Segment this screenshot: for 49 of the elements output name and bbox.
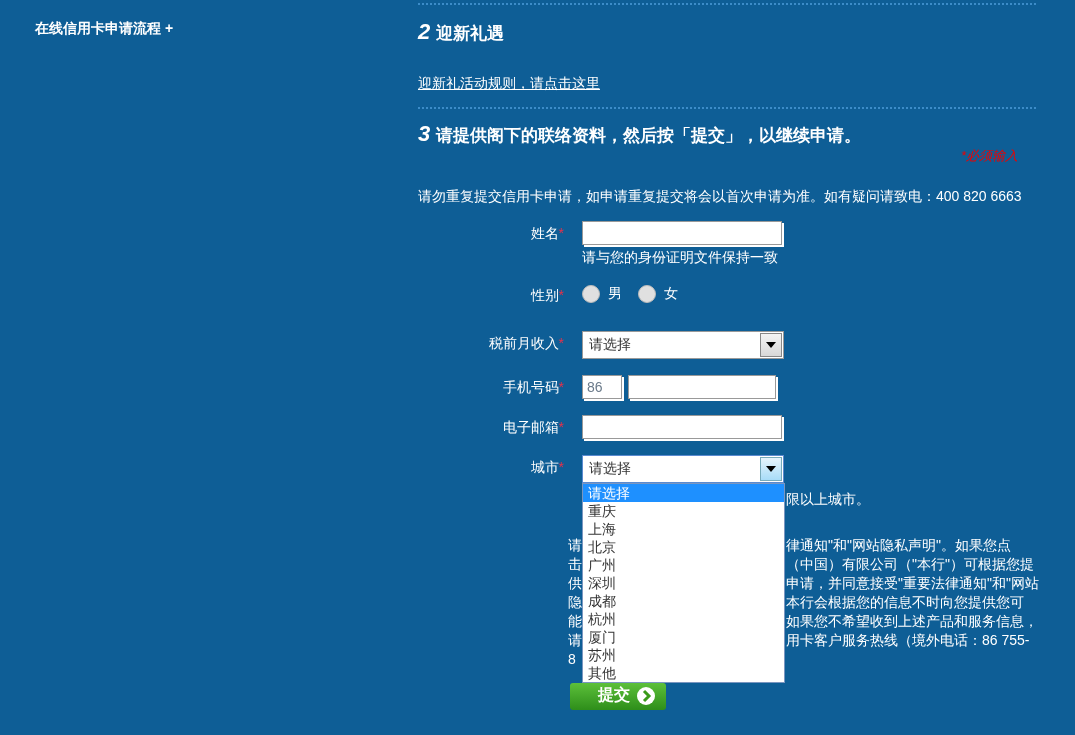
radio-label[interactable]: 男 [608,285,622,303]
field-label: 性别* [530,287,564,303]
required-note: *必须输入 [960,147,1018,165]
dropdown-option[interactable]: 广州 [583,556,784,574]
radio-button[interactable] [582,285,600,303]
terms-text: 申请，并同意接受"重要法律通知"和"网站 [786,574,1039,593]
step-number: 3 [418,121,431,147]
terms-text: 如果您不希望收到上述产品和服务信息， [786,612,1038,631]
terms-text: 律通知"和"网站隐私声明"。如果您点 [786,536,1011,555]
terms-text: 请 [567,631,582,650]
terms-text: 本行会根据您的信息不时向您提供您可 [786,593,1024,612]
dropdown-option[interactable]: 深圳 [583,574,784,592]
sidebar-title[interactable]: 在线信用卡申请流程 + [35,20,174,36]
notice-text: 请勿重复提交信用卡申请，如申请重复提交将会以首次申请为准。如有疑问请致电：400 820 6663 [418,187,1023,205]
dropdown-option[interactable]: 厦门 [583,628,784,646]
dropdown-option[interactable]: 重庆 [583,502,784,520]
terms-text: 隐 [567,593,582,612]
country-code-input[interactable]: 86 [582,375,622,399]
terms-text: 请 [567,536,582,555]
field-label: 电子邮箱* [502,419,564,435]
name-input[interactable] [582,221,782,245]
terms-text: （中国）有限公司（"本行"）可根据您提 [786,555,1034,574]
dropdown-option[interactable]: 杭州 [583,610,784,628]
terms-text: 用卡客户服务热线（境外电话：86 755- [786,631,1030,650]
dropdown-option[interactable]: 苏州 [583,646,784,664]
terms-text: 供 [567,574,582,593]
email-input[interactable] [582,415,782,439]
dropdown-option[interactable]: 北京 [583,538,784,556]
field-label: 姓名* [530,225,564,241]
radio-button[interactable] [638,285,656,303]
rules-link[interactable]: 迎新礼活动规则，请点击这里 [418,75,600,93]
phone-input[interactable] [628,375,776,399]
section-title: 请提供阁下的联络资料，然后按「提交」，以继续申请。 [436,125,862,147]
field-label: 手机号码* [502,379,564,395]
income-dropdown[interactable]: 请选择 [582,331,784,359]
dropdown-option[interactable]: 成都 [583,592,784,610]
radio-label[interactable]: 女 [664,285,678,303]
city-dropdown[interactable]: 请选择 [582,455,784,483]
field-hint: 请与您的身份证明文件保持一致 [582,249,778,267]
terms-text: 击 [567,555,582,574]
step-number: 2 [418,19,431,45]
dropdown-option[interactable]: 其他 [583,664,784,682]
terms-text: 8 [567,650,576,669]
city-note: 限以上城市。 [786,491,870,507]
terms-text: 能 [567,612,582,631]
section-title: 迎新礼遇 [436,23,505,45]
dropdown-option[interactable]: 上海 [583,520,784,538]
field-label: 城市* [530,459,564,475]
field-label: 税前月收入* [488,335,564,351]
